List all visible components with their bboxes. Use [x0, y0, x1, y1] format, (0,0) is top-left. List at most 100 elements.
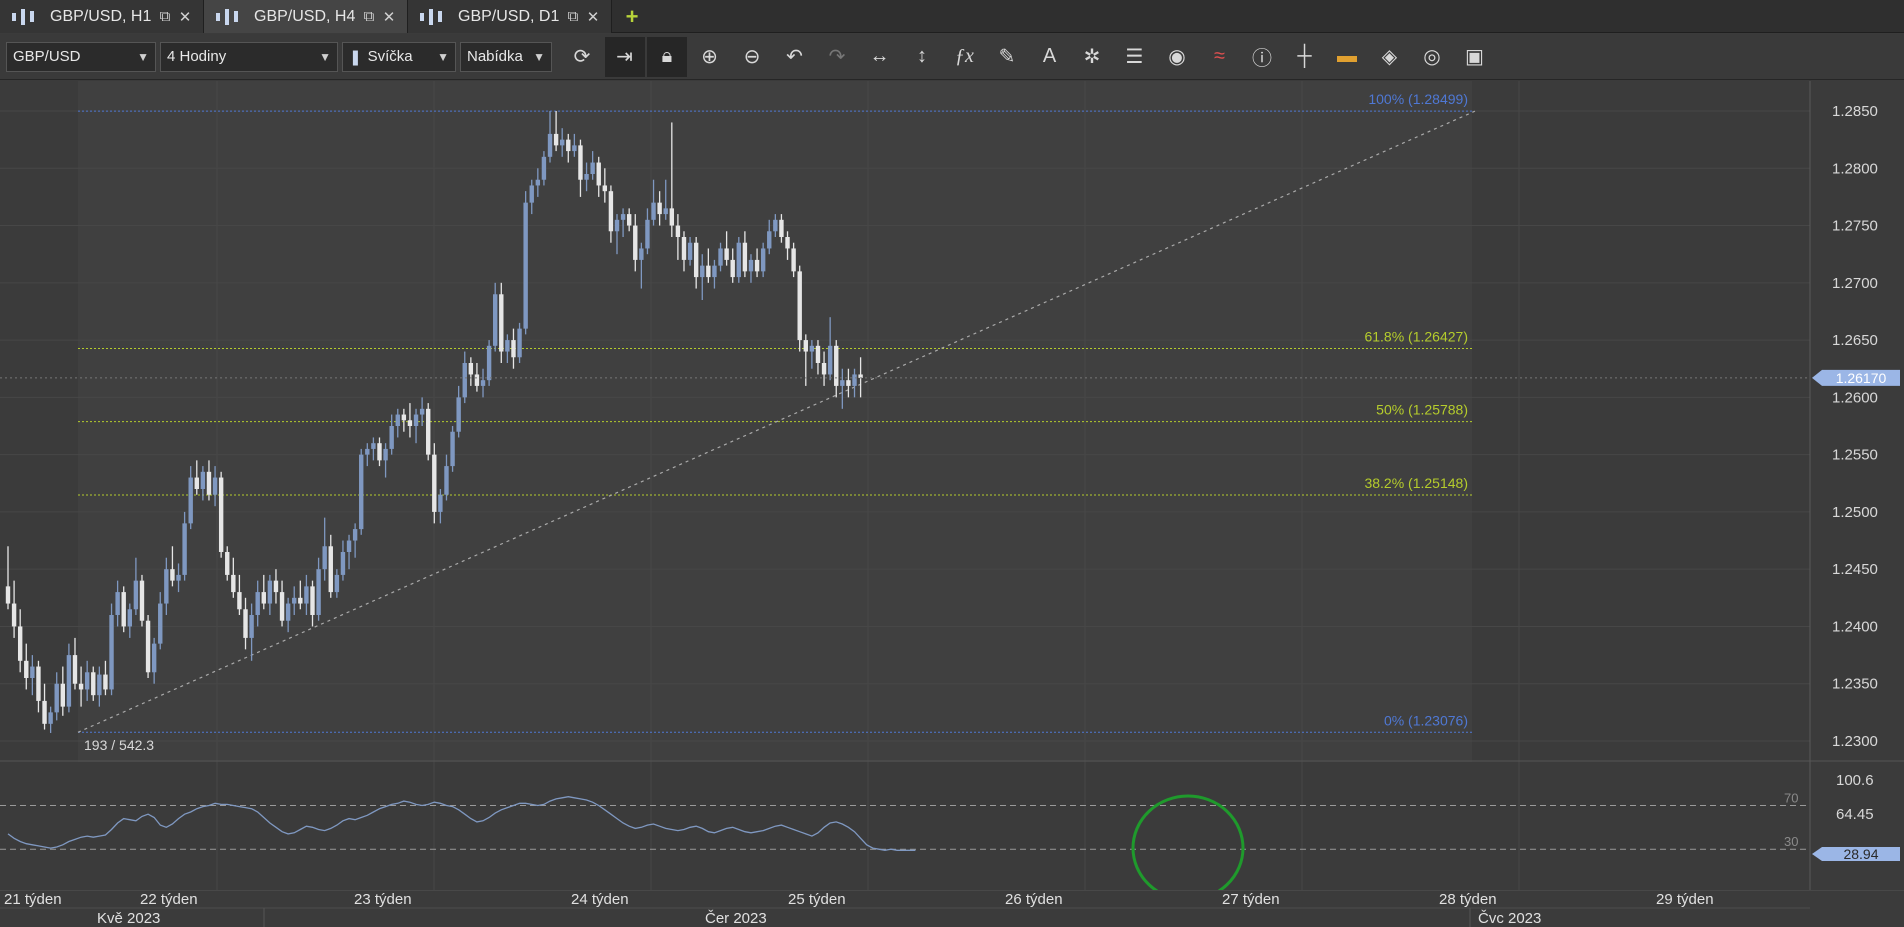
candle-body — [389, 426, 394, 449]
candle-body — [17, 626, 23, 661]
candlestick-icon: ❚ — [349, 48, 362, 66]
candle-body — [194, 477, 199, 489]
candle-body — [200, 471, 206, 489]
week-label: 26 týden — [1005, 891, 1063, 908]
candle-body — [413, 414, 419, 426]
close-icon[interactable]: ✕ — [379, 8, 399, 26]
symbol-value: GBP/USD — [13, 48, 81, 65]
candle-body — [693, 242, 699, 278]
close-icon[interactable]: ✕ — [583, 8, 603, 26]
candle-body — [687, 242, 693, 260]
candle-body — [292, 597, 297, 604]
candle-body — [72, 655, 78, 684]
pencil-icon[interactable]: ✎ — [987, 37, 1027, 77]
candle-body — [797, 271, 802, 341]
zoom-out-icon[interactable]: ⊖ — [732, 37, 772, 77]
tab-gbpusd-h1[interactable]: GBP/USD, H1 ⧉ ✕ — [0, 0, 204, 33]
candle-body — [285, 603, 291, 621]
candlestick-icon — [420, 8, 442, 25]
price-chart[interactable]: 100% (1.28499) 61.8% (1.26427) 50% (1.2578… — [0, 81, 1904, 762]
lock-icon[interactable]: 🔒︎ — [647, 36, 687, 77]
candle-body — [97, 674, 102, 696]
candle-body — [188, 477, 193, 524]
detach-icon[interactable]: ⧉ — [563, 8, 583, 25]
refresh-icon[interactable]: ⟳ — [562, 37, 602, 77]
candle-body — [30, 666, 35, 678]
rsi-chart[interactable]: 100.6 64.45 30 70 28.94 — [0, 762, 1904, 890]
candle-body — [54, 683, 59, 713]
candle-body — [133, 580, 139, 610]
layers-icon[interactable]: ☰ — [1115, 37, 1155, 77]
candle-body — [559, 139, 565, 146]
price-tick-label: 1.2600 — [1832, 389, 1878, 406]
candle-body — [42, 700, 47, 724]
redo-icon[interactable]: ↷ — [817, 37, 857, 77]
autoscroll-icon[interactable]: ⇥ — [604, 36, 645, 77]
tab-gbpusd-d1[interactable]: GBP/USD, D1 ⧉ ✕ — [408, 0, 612, 33]
price-tick-label: 1.2350 — [1832, 676, 1878, 693]
candle-body — [590, 162, 595, 174]
rsi-background — [0, 762, 1810, 890]
month-label: Čvc 2023 — [1478, 910, 1541, 927]
info-icon[interactable]: ⓘ — [1242, 37, 1282, 77]
chart-type-select[interactable]: ❚ Svíčka ▼ — [342, 41, 456, 72]
candle-body — [407, 420, 413, 426]
month-label: Kvě 2023 — [97, 910, 160, 927]
candle-body — [535, 179, 541, 186]
eye-icon[interactable]: ◉ — [1157, 37, 1197, 77]
candle-body — [553, 133, 559, 146]
candle — [432, 443, 437, 524]
candle-body — [340, 552, 346, 575]
text-tool-icon[interactable]: A — [1030, 37, 1070, 77]
candle-body — [675, 225, 681, 237]
candle — [736, 237, 741, 283]
candle-body — [791, 248, 796, 272]
candle-body — [633, 225, 638, 260]
price-tick-label: 1.2450 — [1832, 561, 1878, 578]
tab-label: GBP/USD, H4 — [254, 7, 356, 25]
candle-body — [827, 345, 833, 375]
candle-body — [773, 219, 778, 232]
candle-body — [322, 546, 327, 570]
pattern-icon[interactable]: ✲ — [1072, 37, 1112, 77]
price-type-select[interactable]: Nabídka ▼ — [460, 41, 552, 72]
tab-gbpusd-h4[interactable]: GBP/USD, H4 ⧉ ✕ — [204, 0, 408, 33]
tab-label: GBP/USD, H1 — [50, 7, 152, 25]
fill-bucket-icon[interactable]: ◈ — [1370, 37, 1410, 77]
candle-body — [608, 191, 614, 232]
symbol-select[interactable]: GBP/USD ▼ — [6, 41, 156, 72]
candle-body — [243, 609, 248, 638]
add-chart-icon[interactable]: + — [612, 0, 652, 33]
color-strip-icon[interactable]: ▬ — [1327, 37, 1367, 77]
candle-body — [480, 380, 486, 386]
tab-label: GBP/USD, D1 — [458, 7, 560, 25]
crosshair-icon[interactable]: ┼ — [1285, 37, 1325, 77]
candle-body — [279, 592, 285, 621]
fit-horizontal-icon[interactable]: ↔ — [860, 37, 900, 77]
time-axis[interactable]: 21 týden 22 týden 23 týden 24 týden 25 týden… — [0, 890, 1904, 927]
week-label: 21 týden — [4, 891, 62, 908]
signal-icon[interactable]: ≈ — [1200, 37, 1240, 77]
candle-body — [237, 592, 242, 610]
candle-body — [352, 529, 358, 541]
close-icon[interactable]: ✕ — [175, 8, 195, 26]
undo-icon[interactable]: ↶ — [775, 37, 815, 77]
candle-body — [541, 156, 547, 180]
detach-icon[interactable]: ⧉ — [155, 8, 175, 25]
price-type-value: Nabídka — [467, 48, 523, 65]
price-tick-label: 1.2500 — [1832, 504, 1878, 521]
detach-icon[interactable]: ⧉ — [359, 8, 379, 25]
fib-level-label: 50% (1.25788) — [1376, 402, 1468, 418]
fit-vertical-icon[interactable]: ↕ — [902, 37, 942, 77]
zoom-in-icon[interactable]: ⊕ — [690, 37, 730, 77]
candle-body — [724, 248, 729, 260]
template-icon[interactable]: ◎ — [1412, 37, 1452, 77]
candle-body — [310, 586, 315, 615]
indicators-fx-icon[interactable]: ƒx — [945, 37, 985, 77]
candle-body — [267, 580, 273, 604]
candlestick-icon — [12, 8, 34, 25]
save-icon[interactable]: ▣ — [1455, 37, 1495, 77]
candle-body — [11, 603, 17, 627]
timeframe-select[interactable]: 4 Hodiny ▼ — [160, 41, 338, 72]
price-axis[interactable]: 1.2850 1.2800 1.2750 1.2700 1.2650 1.2600 1.25… — [1832, 103, 1878, 750]
